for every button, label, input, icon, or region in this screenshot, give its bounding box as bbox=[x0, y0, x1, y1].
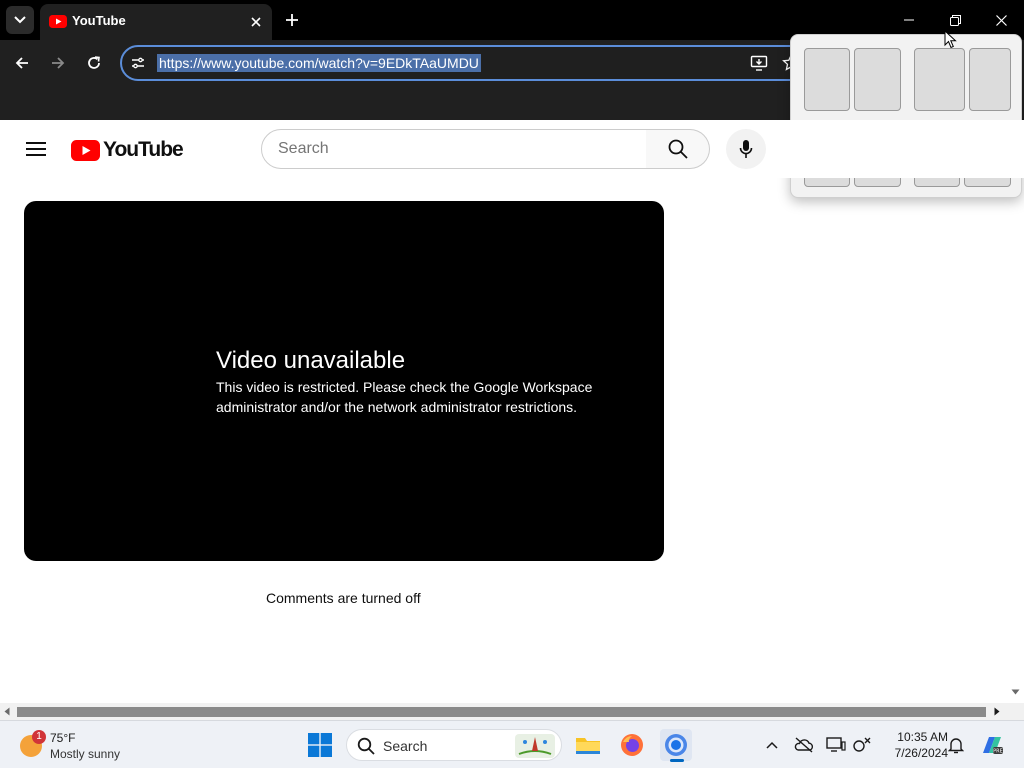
copilot-icon: PRE bbox=[983, 737, 1003, 755]
active-app-indicator bbox=[670, 759, 684, 762]
snap-zone[interactable] bbox=[854, 48, 901, 111]
address-bar[interactable]: https://www.youtube.com/watch?v=9EDkTAaU… bbox=[120, 45, 810, 81]
snap-zone[interactable] bbox=[914, 48, 965, 111]
youtube-search-box[interactable] bbox=[261, 129, 647, 169]
taskbar-firefox[interactable] bbox=[616, 729, 648, 761]
search-icon bbox=[357, 737, 375, 755]
video-player[interactable]: Video unavailable This video is restrict… bbox=[24, 201, 664, 561]
snap-zone[interactable] bbox=[804, 48, 850, 111]
back-arrow-icon bbox=[15, 57, 28, 69]
scroll-down-arrow-icon[interactable] bbox=[1011, 689, 1020, 695]
plus-icon bbox=[286, 14, 298, 26]
browser-tab-youtube[interactable]: YouTube bbox=[40, 4, 272, 40]
windows-taskbar: 1 75°F Mostly sunny Search 10:35 AM 7/26… bbox=[0, 720, 1024, 768]
voice-search-button[interactable] bbox=[726, 129, 766, 169]
svg-text:PRE: PRE bbox=[993, 749, 1003, 755]
tab-list-button[interactable] bbox=[6, 6, 34, 34]
youtube-favicon-icon bbox=[49, 15, 67, 28]
comments-status: Comments are turned off bbox=[266, 590, 421, 606]
mouse-cursor-icon bbox=[944, 30, 957, 49]
tab-list-icon bbox=[14, 16, 26, 24]
tray-display[interactable] bbox=[824, 733, 848, 757]
horizontal-scrollbar[interactable] bbox=[0, 703, 1024, 720]
chevron-up-icon bbox=[766, 741, 778, 749]
copilot-button[interactable]: PRE bbox=[980, 733, 1004, 757]
display-icon bbox=[826, 737, 846, 752]
clock-date: 7/26/2024 bbox=[894, 746, 948, 760]
tab-close-button[interactable] bbox=[246, 12, 266, 32]
taskbar-search-label: Search bbox=[383, 738, 428, 754]
microphone-icon bbox=[739, 140, 753, 158]
hamburger-menu-icon[interactable] bbox=[22, 138, 50, 162]
scrollbar-thumb[interactable] bbox=[17, 707, 986, 717]
taskbar-search-box[interactable]: Search bbox=[346, 729, 562, 761]
tab-title: YouTube bbox=[72, 13, 126, 28]
minimize-icon bbox=[904, 19, 914, 21]
search-icon bbox=[668, 139, 688, 159]
file-explorer-icon bbox=[576, 738, 600, 754]
youtube-wordmark: YouTube bbox=[103, 138, 184, 161]
weather-condition: Mostly sunny bbox=[50, 747, 121, 761]
snap-zone[interactable] bbox=[969, 48, 1011, 111]
forward-arrow-icon bbox=[52, 57, 65, 69]
youtube-logo-icon bbox=[71, 139, 100, 161]
search-highlight-illustration bbox=[515, 734, 555, 758]
reload-button[interactable] bbox=[80, 50, 108, 76]
firefox-icon bbox=[621, 734, 643, 756]
search-input[interactable] bbox=[278, 139, 628, 159]
weather-notification-badge: 1 bbox=[32, 730, 46, 744]
taskbar-chrome[interactable] bbox=[660, 729, 692, 762]
tray-network[interactable] bbox=[850, 733, 874, 757]
search-button[interactable] bbox=[646, 129, 710, 169]
chrome-icon bbox=[665, 734, 687, 756]
back-button[interactable] bbox=[8, 50, 36, 76]
youtube-logo[interactable]: YouTube bbox=[71, 138, 184, 162]
reload-icon bbox=[88, 56, 100, 69]
site-info-icon[interactable] bbox=[130, 55, 146, 71]
taskbar-clock[interactable]: 10:35 AM 7/26/2024 bbox=[878, 729, 948, 761]
forward-button[interactable] bbox=[44, 50, 72, 76]
network-icon bbox=[853, 737, 871, 752]
scroll-right-arrow-icon[interactable] bbox=[994, 707, 1000, 716]
windows-start-icon[interactable] bbox=[308, 733, 332, 757]
show-hidden-icons-button[interactable] bbox=[760, 733, 784, 757]
clock-time: 10:35 AM bbox=[897, 730, 948, 744]
taskbar-file-explorer[interactable] bbox=[572, 729, 604, 761]
scroll-left-arrow-icon[interactable] bbox=[4, 707, 10, 716]
new-tab-button[interactable] bbox=[280, 8, 304, 32]
notifications-button[interactable] bbox=[944, 733, 968, 757]
video-error-title: Video unavailable bbox=[216, 347, 406, 374]
url-text[interactable]: https://www.youtube.com/watch?v=9EDkTAaU… bbox=[157, 54, 481, 72]
bell-icon bbox=[948, 738, 964, 754]
restore-icon bbox=[949, 14, 961, 26]
install-app-icon[interactable] bbox=[750, 54, 768, 72]
close-icon bbox=[995, 14, 1007, 26]
close-icon bbox=[251, 17, 261, 27]
onedrive-icon bbox=[794, 737, 814, 753]
weather-widget[interactable]: 1 75°F Mostly sunny bbox=[18, 729, 148, 763]
video-error-message: This video is restricted. Please check t… bbox=[216, 379, 593, 415]
tray-onedrive[interactable] bbox=[792, 733, 816, 757]
weather-temperature: 75°F bbox=[50, 731, 76, 745]
youtube-header: YouTube bbox=[0, 120, 1024, 178]
